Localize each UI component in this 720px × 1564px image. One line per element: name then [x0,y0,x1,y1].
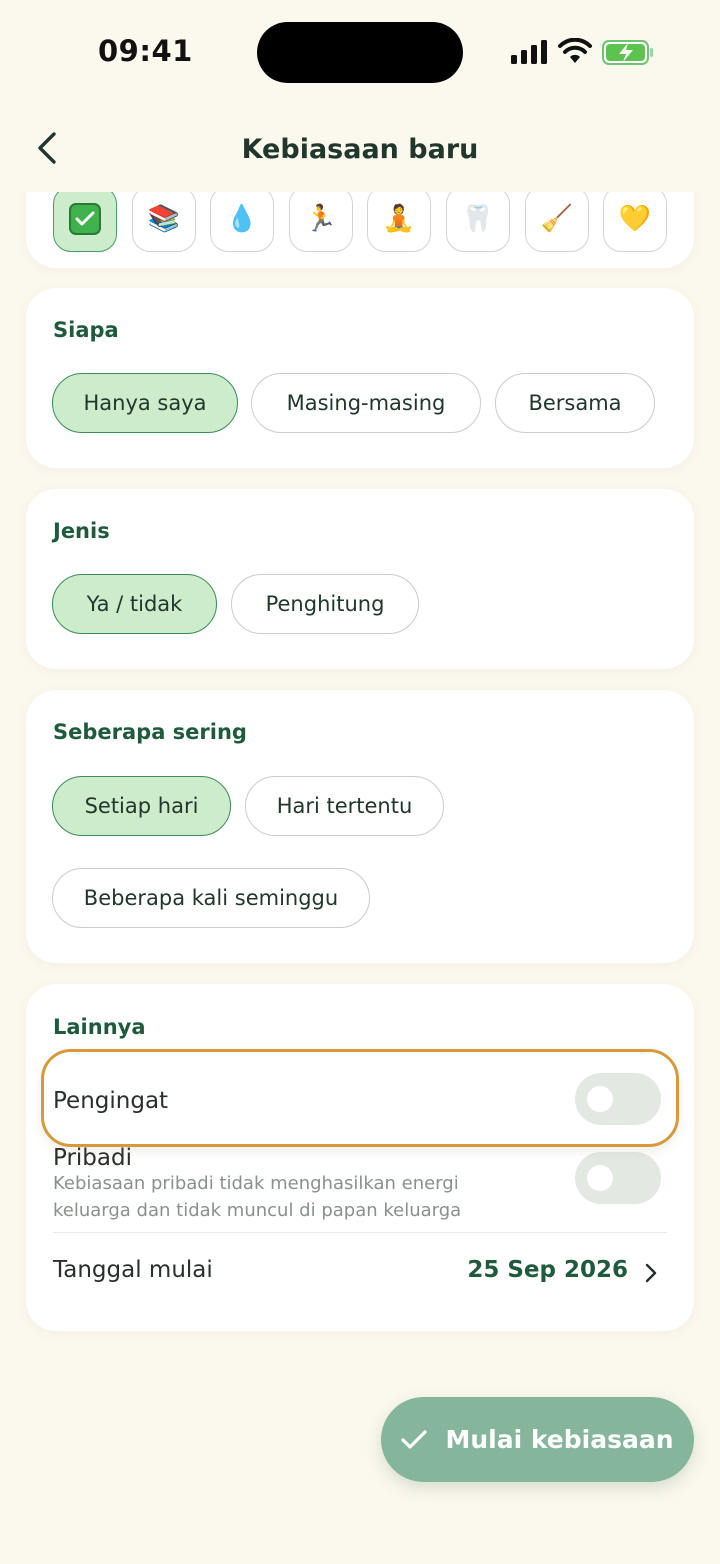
toggle-knob [587,1086,613,1112]
who-option-only-me[interactable]: Hanya saya [52,373,238,433]
other-card: Lainnya Pengingat Pribadi Kebiasaan prib… [26,984,694,1331]
emoji-option-books[interactable]: 📚 [132,192,196,252]
emoji-option-runner[interactable]: 🏃 [289,192,353,252]
private-toggle[interactable] [575,1152,661,1204]
status-bar: 09:41 [0,0,720,110]
frequency-card: Seberapa sering Setiap hari Hari tertent… [26,690,694,963]
frequency-option-specific-days[interactable]: Hari tertentu [245,776,444,836]
frequency-option-times-per-week[interactable]: Beberapa kali seminggu [52,868,370,928]
emoji-option-check-box[interactable] [53,192,117,252]
divider [53,1232,667,1233]
reminder-label: Pengingat [53,1088,169,1114]
navigation-bar: Kebiasaan baru [0,110,720,192]
type-card: Jenis Ya / tidak Penghitung [26,489,694,669]
type-title: Jenis [53,519,110,543]
toggle-knob [587,1165,613,1191]
who-option-together[interactable]: Bersama [495,373,655,433]
new-habit-screen: 09:41 Kebiasaan baru 📚💧🏃🧘� [0,0,720,1564]
private-description: Kebiasaan pribadi tidak menghasilkan ene… [53,1173,462,1221]
yellow-heart-icon: 💛 [618,204,652,234]
dynamic-island [257,22,463,83]
emoji-option-water-drop[interactable]: 💧 [210,192,274,252]
tooth-icon: 🦷 [461,204,495,234]
type-option-yes-no[interactable]: Ya / tidak [52,574,217,634]
private-label: Pribadi [53,1145,132,1171]
frequency-title: Seberapa sering [53,720,247,744]
start-date-label: Tanggal mulai [53,1257,213,1283]
wifi-icon [558,38,592,63]
water-drop-icon: 💧 [225,204,259,234]
emoji-card: 📚 💧 🏃 🧘 🦷 🧹 💛 [26,192,694,268]
emoji-option-tooth[interactable]: 🦷 [446,192,510,252]
meditation-icon: 🧘 [382,204,416,234]
status-time: 09:41 [98,34,193,68]
chevron-right-icon[interactable] [644,1262,658,1284]
emoji-option-yellow-heart[interactable]: 💛 [603,192,667,252]
who-title: Siapa [53,318,119,342]
reminder-toggle[interactable] [575,1073,661,1125]
who-card: Siapa Hanya saya Masing-masing Bersama [26,288,694,468]
start-habit-label: Mulai kebiasaan [445,1425,674,1454]
form-scroll-area[interactable]: 📚 💧 🏃 🧘 🦷 🧹 💛 Siapa Hanya saya Masing-masing B… [0,192,720,1564]
frequency-option-daily[interactable]: Setiap hari [52,776,231,836]
start-habit-button[interactable]: Mulai kebiasaan [381,1397,694,1482]
start-date-value[interactable]: 25 Sep 2026 [467,1257,628,1283]
check-box-icon [69,203,101,235]
cellular-signal-icon [511,40,547,64]
broom-icon: 🧹 [540,204,574,234]
battery-charging-icon [602,40,653,65]
who-option-each[interactable]: Masing-masing [251,373,481,433]
runner-icon: 🏃 [304,204,338,234]
emoji-option-broom[interactable]: 🧹 [525,192,589,252]
other-title: Lainnya [53,1015,146,1039]
page-title: Kebiasaan baru [241,134,479,165]
type-option-counter[interactable]: Penghitung [231,574,419,634]
emoji-option-meditation[interactable]: 🧘 [367,192,431,252]
books-icon: 📚 [147,204,181,234]
checkmark-icon [401,1429,428,1449]
